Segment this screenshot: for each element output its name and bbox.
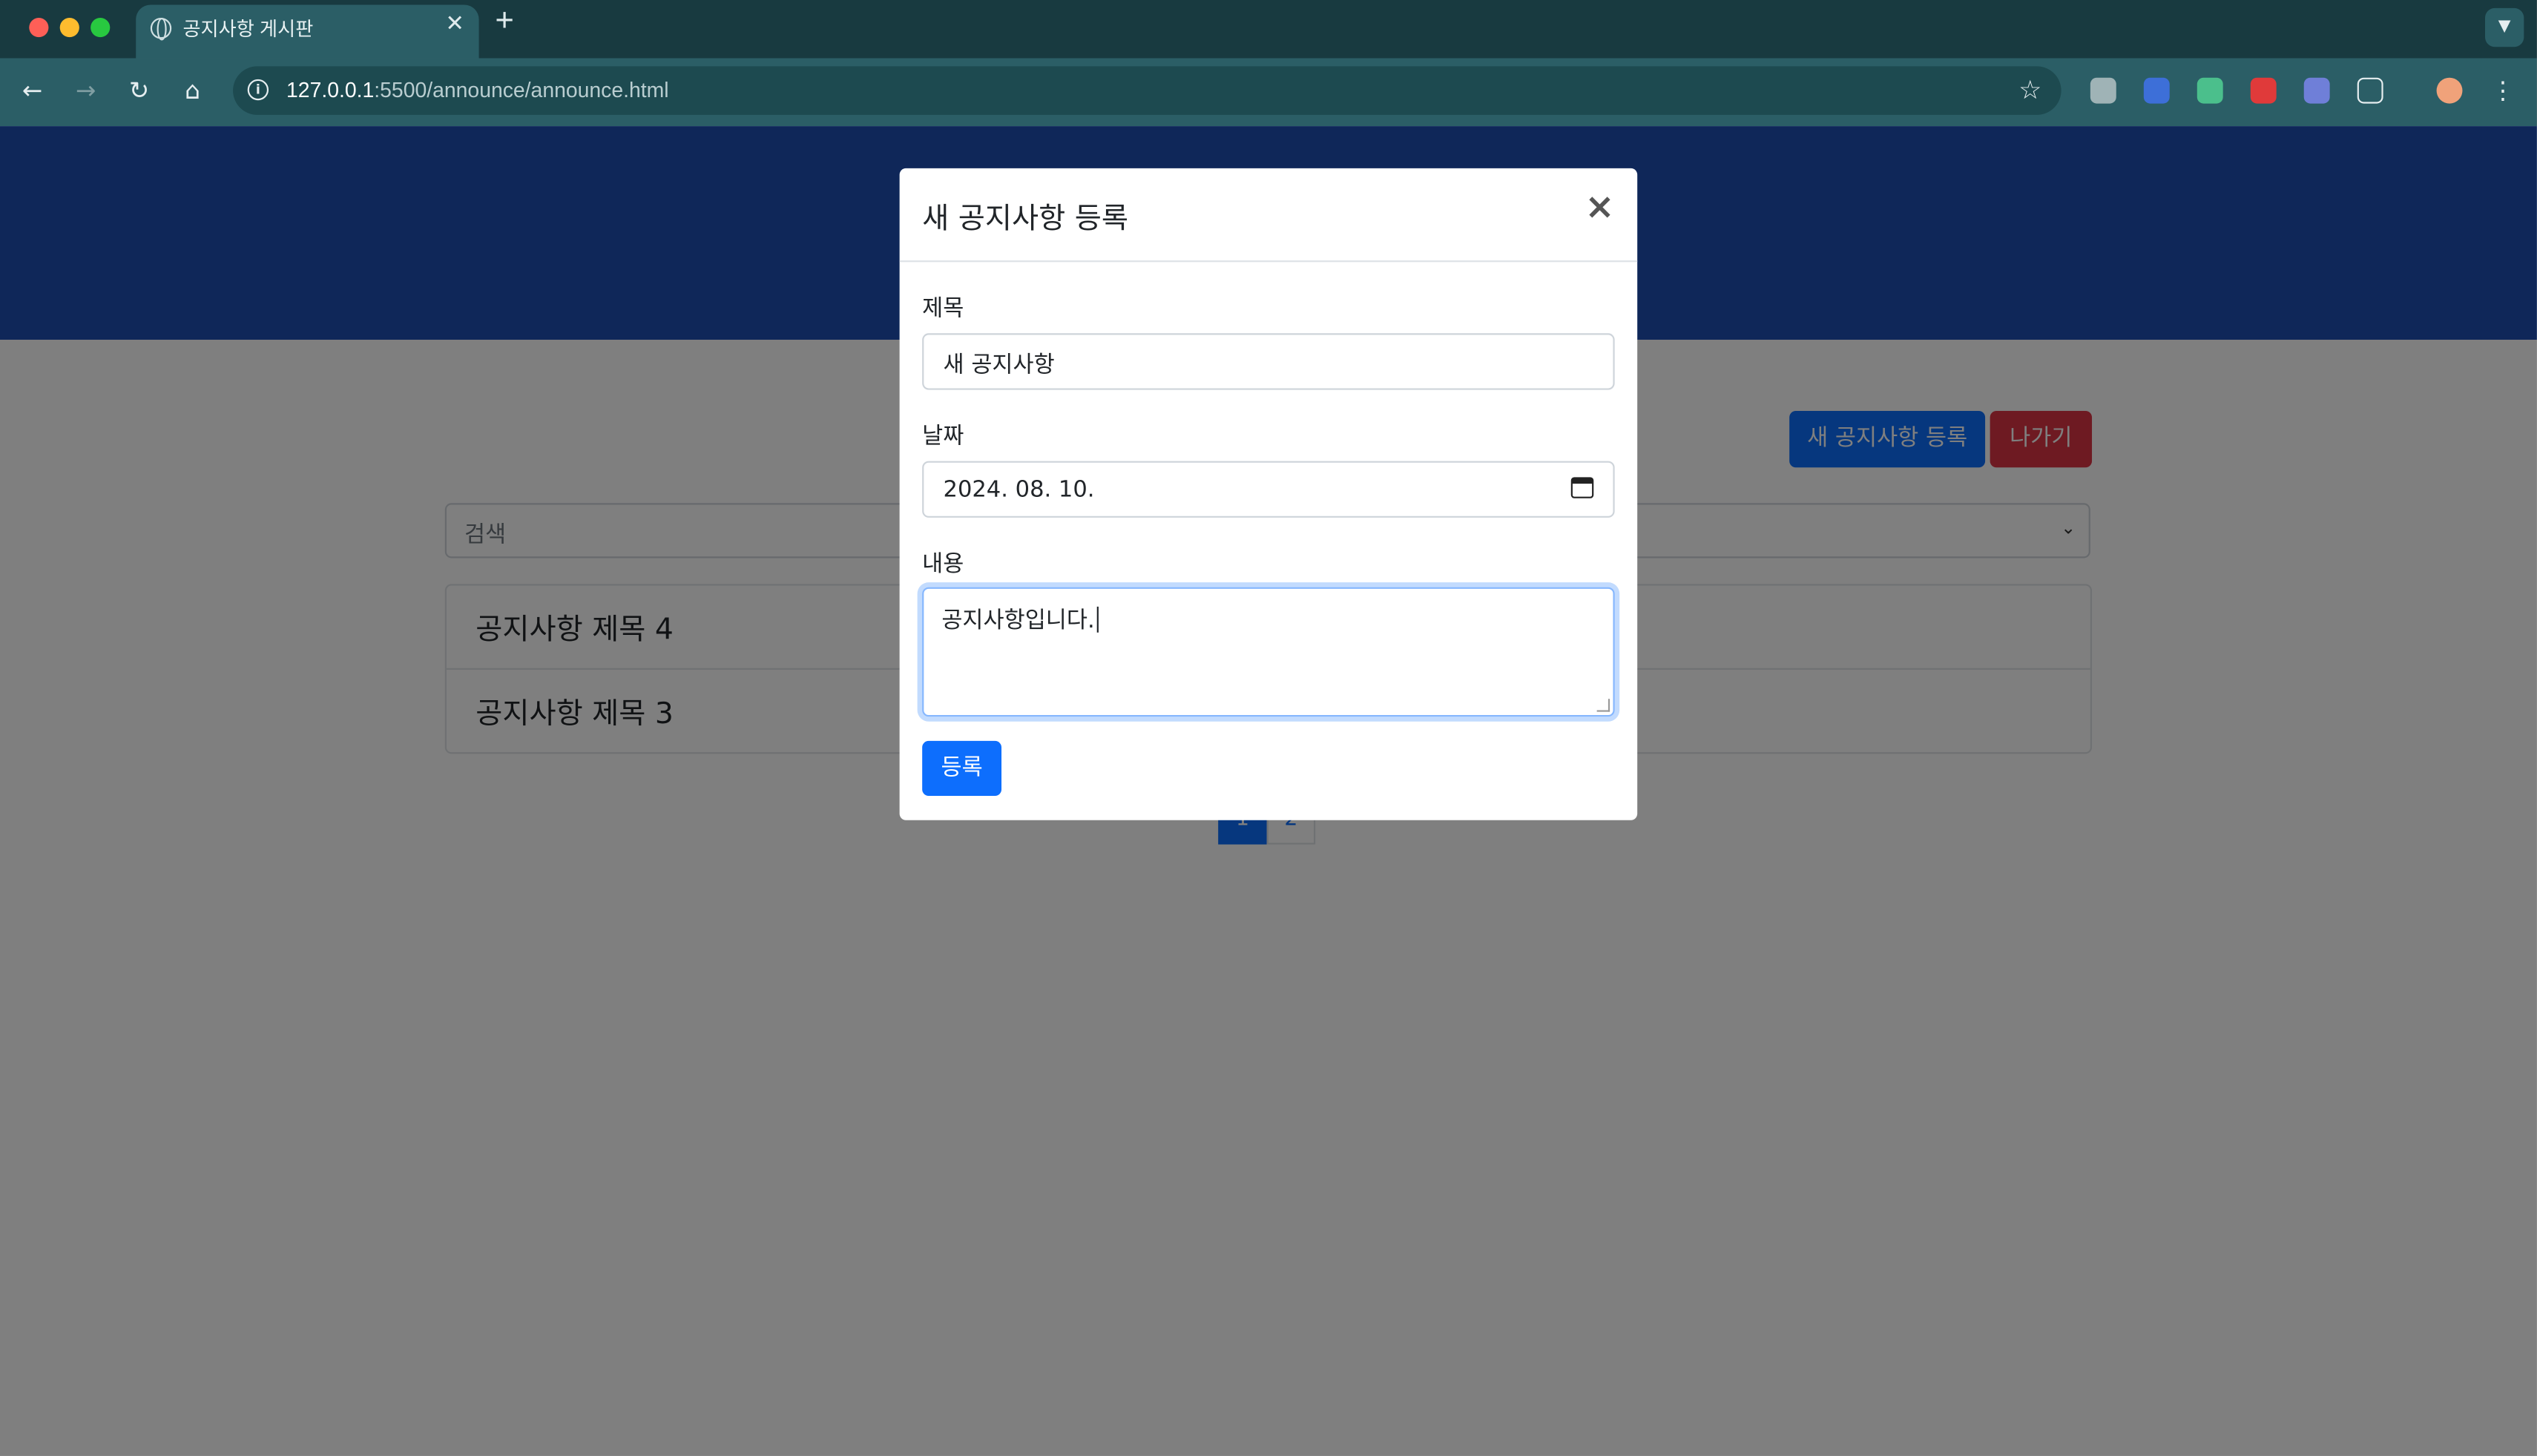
openai-extension-icon[interactable] bbox=[2197, 77, 2223, 104]
window-minimize-button[interactable] bbox=[59, 17, 79, 38]
window-zoom-button[interactable] bbox=[91, 17, 111, 38]
home-icon[interactable]: ⌂ bbox=[175, 73, 211, 108]
browser-tab-bar: 공지사항 게시판 ✕ + ▼ bbox=[0, 0, 2537, 59]
date-input[interactable]: 2024. 08. 10. bbox=[922, 461, 1615, 518]
plus-icon[interactable]: + bbox=[495, 3, 513, 40]
title-input-value: 새 공지사항 bbox=[943, 352, 1055, 379]
modal-title: 새 공지사항 등록 bbox=[922, 202, 1128, 237]
code-extension-icon[interactable] bbox=[2303, 77, 2330, 104]
resize-handle[interactable] bbox=[1596, 699, 1610, 712]
content-text: 공지사항입니다. bbox=[941, 608, 1095, 634]
calendar-icon[interactable] bbox=[1570, 477, 1594, 498]
modal-header: 새 공지사항 등록 × bbox=[899, 168, 1638, 263]
close-icon[interactable]: ✕ bbox=[445, 11, 464, 37]
chevron-down-icon[interactable]: ▼ bbox=[2485, 7, 2524, 47]
globe-icon bbox=[150, 17, 172, 41]
content-textarea-value: 공지사항입니다. bbox=[941, 604, 1099, 636]
forward-icon[interactable]: → bbox=[68, 73, 104, 108]
info-icon[interactable]: i bbox=[247, 79, 269, 101]
text-caret bbox=[1096, 606, 1099, 633]
shield-extension-icon[interactable] bbox=[2143, 77, 2170, 104]
title-label: 제목 bbox=[922, 296, 964, 323]
date-input-value: 2024. 08. 10. bbox=[943, 477, 1095, 504]
submit-button[interactable]: 등록 bbox=[922, 740, 1002, 797]
back-icon[interactable]: ← bbox=[15, 73, 50, 108]
new-announcement-modal: 새 공지사항 등록 × 제목 새 공지사항 날짜 2024. 08. 10. 내… bbox=[899, 168, 1638, 820]
date-label: 날짜 bbox=[922, 424, 964, 450]
url-text: 127.0.0.1:5500/announce/announce.html bbox=[286, 78, 669, 102]
avatar[interactable] bbox=[2436, 77, 2463, 104]
puzzle-extensions-icon[interactable] bbox=[2357, 77, 2383, 104]
reload-icon[interactable]: ↻ bbox=[122, 73, 157, 108]
window-close-button[interactable] bbox=[29, 17, 49, 38]
title-input[interactable]: 새 공지사항 bbox=[922, 333, 1615, 390]
content-label: 내용 bbox=[922, 551, 964, 578]
camera-extension-icon[interactable] bbox=[2090, 77, 2116, 104]
browser-tab[interactable]: 공지사항 게시판 ✕ bbox=[136, 4, 479, 59]
browser-toolbar: ← → ↻ ⌂ i 127.0.0.1:5500/announce/announ… bbox=[0, 58, 2537, 127]
close-icon[interactable]: × bbox=[1585, 190, 1614, 226]
screen-root: 공지사항 게시판 ✕ + ▼ ← → ↻ ⌂ i 127.0.0.1:5500/… bbox=[0, 0, 2537, 1456]
star-icon[interactable]: ☆ bbox=[2018, 74, 2041, 105]
video-extension-icon[interactable] bbox=[2250, 77, 2277, 104]
url-host: 127.0.0.1 bbox=[286, 77, 375, 102]
url-path: :5500/announce/announce.html bbox=[374, 77, 669, 102]
kebab-menu-icon[interactable]: ⋮ bbox=[2485, 73, 2521, 108]
tab-title: 공지사항 게시판 bbox=[182, 17, 314, 41]
address-bar[interactable]: i 127.0.0.1:5500/announce/announce.html … bbox=[233, 66, 2061, 115]
content-textarea[interactable]: 공지사항입니다. bbox=[922, 587, 1615, 717]
